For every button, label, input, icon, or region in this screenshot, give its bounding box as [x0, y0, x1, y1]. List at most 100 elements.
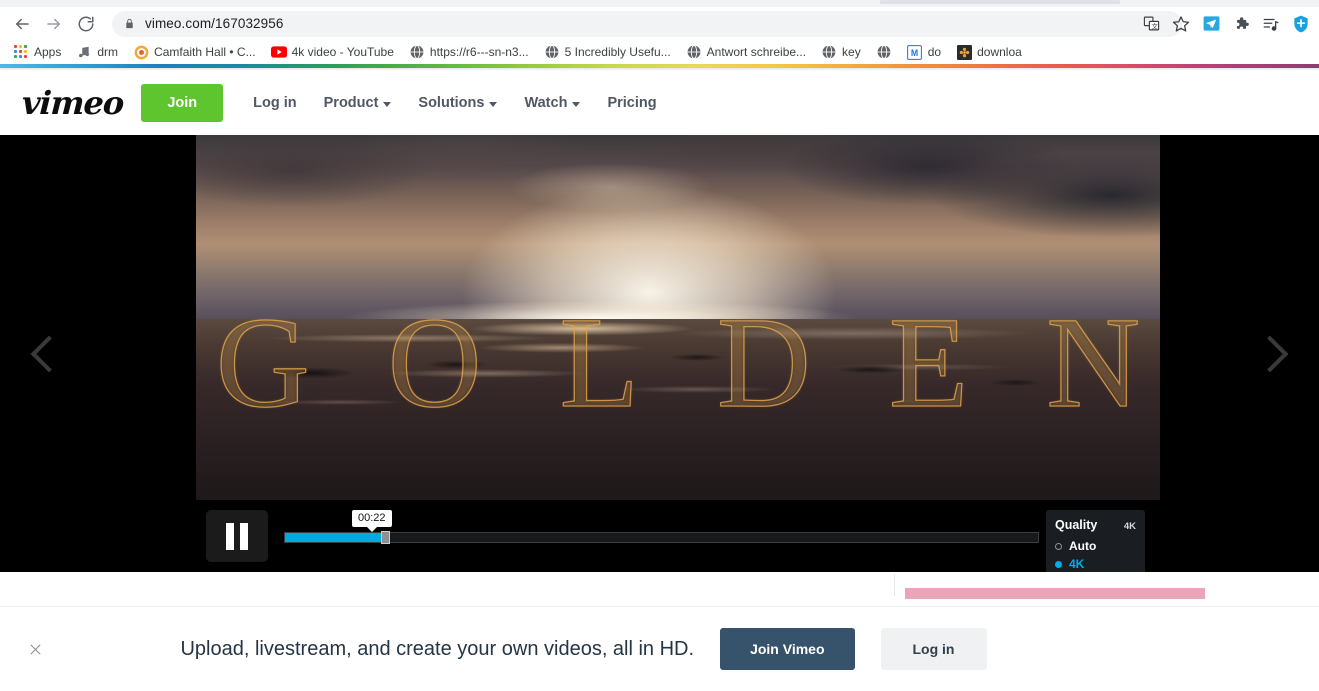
- shield-plus-icon[interactable]: [1287, 10, 1315, 38]
- browser-tab[interactable]: [880, 0, 1120, 4]
- bookmark-label: Antwort schreibe...: [706, 45, 807, 59]
- progress-fill: [285, 533, 381, 542]
- quality-menu-title: Quality: [1055, 518, 1098, 532]
- banner-text: Upload, livestream, and create your own …: [180, 637, 695, 660]
- bookmark-item[interactable]: drm: [69, 42, 125, 62]
- bookmark-item[interactable]: 4k video - YouTube: [264, 42, 401, 62]
- address-bar[interactable]: vimeo.com/167032956: [112, 10, 1182, 37]
- video-player-stage: GOLDEN Quality 4K Auto 4K 2K 1: [0, 135, 1319, 572]
- nav-link-pricing[interactable]: Pricing: [595, 87, 668, 119]
- bookmark-item[interactable]: Apps: [6, 42, 68, 62]
- bookmark-label: 4k video - YouTube: [291, 45, 394, 59]
- quality-menu-header: Quality 4K: [1046, 516, 1145, 537]
- banner-join-button[interactable]: Join Vimeo: [720, 628, 855, 670]
- bookmarks-bar: Apps drm Camfaith Hall • C... 4k video -…: [0, 40, 1319, 64]
- content-divider: [894, 574, 895, 596]
- bookmark-item[interactable]: Antwort schreibe...: [679, 42, 813, 62]
- bookmark-label: Camfaith Hall • C...: [154, 45, 256, 59]
- progress-scrubber[interactable]: [381, 531, 390, 544]
- bookmark-label: 5 Incredibly Usefu...: [564, 45, 671, 59]
- banner-content: Upload, livestream, and create your own …: [48, 628, 1119, 670]
- progress-bar[interactable]: 00:22: [284, 510, 1039, 562]
- quality-menu[interactable]: Quality 4K Auto 4K 2K 1080p 720p: [1046, 510, 1145, 572]
- extensions-puzzle-icon[interactable]: [1227, 10, 1255, 38]
- chevron-down-icon: [383, 101, 392, 107]
- bookmark-label: https://r6---sn-n3...: [429, 45, 529, 59]
- chevron-right-icon: [1251, 335, 1289, 372]
- bookmark-item[interactable]: [869, 42, 899, 62]
- bookmark-label: downloa: [977, 45, 1022, 59]
- quality-option-label: Auto: [1069, 539, 1097, 553]
- lock-icon: [124, 17, 135, 30]
- globe-icon: [544, 44, 560, 60]
- svg-text:M: M: [911, 47, 918, 57]
- nav-link-label: Log in: [253, 95, 297, 111]
- site-nav: Log in Product Solutions Watch Pricing: [241, 87, 668, 119]
- apps-grid-icon: [13, 44, 29, 60]
- close-icon[interactable]: [22, 636, 48, 662]
- download-manager-icon: [956, 44, 972, 60]
- translate-icon[interactable]: 文: [1137, 10, 1165, 38]
- radio-icon: [1055, 542, 1062, 550]
- svg-text:文: 文: [1151, 21, 1158, 30]
- join-button[interactable]: Join: [141, 84, 224, 122]
- bookmark-label: do: [927, 45, 942, 59]
- quality-option-auto[interactable]: Auto: [1046, 537, 1145, 555]
- next-video-button[interactable]: [1221, 135, 1319, 572]
- content-placeholder-bar: [905, 588, 1205, 599]
- nav-link-solutions[interactable]: Solutions: [406, 87, 509, 119]
- pause-icon-bar: [226, 522, 234, 550]
- radio-selected-icon: [1055, 560, 1062, 568]
- youtube-icon: [270, 44, 287, 60]
- url-text: vimeo.com/167032956: [145, 16, 284, 31]
- chevron-down-icon: [572, 101, 581, 107]
- circle-orange-icon: [133, 44, 149, 60]
- vimeo-logo[interactable]: vimeo: [21, 84, 124, 122]
- globe-icon: [821, 44, 837, 60]
- signup-banner: Upload, livestream, and create your own …: [0, 606, 1319, 691]
- nav-link-label: Solutions: [418, 95, 485, 111]
- time-tooltip: 00:22: [352, 510, 392, 532]
- nav-link-login[interactable]: Log in: [241, 87, 309, 119]
- bookmark-star-icon[interactable]: [1167, 10, 1195, 38]
- omnibar-actions: 文: [1137, 7, 1315, 40]
- nav-link-label: Product: [323, 95, 379, 111]
- video-title-text: GOLDEN: [215, 290, 1160, 435]
- bookmark-item[interactable]: Camfaith Hall • C...: [126, 42, 263, 62]
- chevron-down-icon: [489, 101, 498, 107]
- bookmark-label: key: [842, 45, 861, 59]
- forward-icon[interactable]: [38, 8, 70, 40]
- browser-window: vimeo.com/167032956 文 Apps drm Camfaith …: [0, 0, 1319, 691]
- reload-icon[interactable]: [70, 8, 102, 40]
- bookmark-item[interactable]: key: [814, 42, 868, 62]
- bookmark-item[interactable]: 5 Incredibly Usefu...: [537, 42, 678, 62]
- back-icon[interactable]: [6, 8, 38, 40]
- quality-current-badge: 4K: [1123, 521, 1136, 532]
- site-header: vimeo Join Log in Product Solutions Watc…: [0, 71, 1319, 194]
- reading-list-icon[interactable]: [1257, 10, 1285, 38]
- nav-link-product[interactable]: Product: [312, 87, 404, 119]
- bookmark-item[interactable]: M do: [900, 42, 948, 62]
- chevron-left-icon: [30, 335, 68, 372]
- music-note-icon: [76, 44, 92, 60]
- letter-m-icon: M: [907, 44, 923, 60]
- globe-icon: [686, 44, 702, 60]
- pause-icon-bar: [240, 522, 248, 550]
- prev-video-button[interactable]: [0, 135, 98, 572]
- nav-link-watch[interactable]: Watch: [512, 87, 592, 119]
- quality-option-4k[interactable]: 4K: [1046, 555, 1145, 572]
- bookmark-label: drm: [97, 45, 119, 59]
- banner-login-button[interactable]: Log in: [880, 628, 987, 670]
- bookmark-item[interactable]: https://r6---sn-n3...: [402, 42, 536, 62]
- nav-link-label: Watch: [524, 95, 568, 111]
- bookmark-label: Apps: [34, 45, 62, 59]
- tab-strip: [0, 0, 1319, 7]
- progress-track[interactable]: [284, 532, 1039, 543]
- browser-toolbar: vimeo.com/167032956 文: [0, 7, 1319, 40]
- quality-option-label: 4K: [1069, 557, 1085, 571]
- extension-telegram-icon[interactable]: [1197, 10, 1225, 38]
- nav-link-label: Pricing: [607, 95, 657, 111]
- bookmark-item[interactable]: downloa: [949, 42, 1029, 62]
- globe-icon: [876, 44, 892, 60]
- pause-button[interactable]: [206, 510, 268, 562]
